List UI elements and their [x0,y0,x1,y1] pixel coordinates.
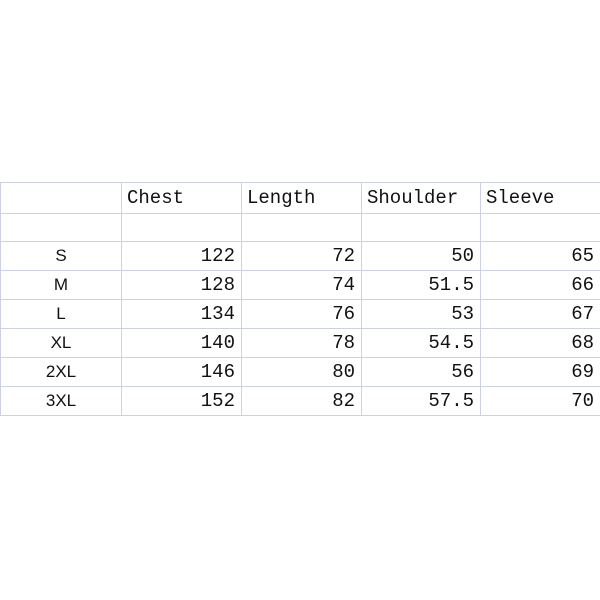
cell-shoulder: 57.5 [361,386,481,416]
cell-length: 74 [241,270,362,300]
cell-size: XL [0,328,122,358]
cell-size: L [0,299,122,329]
spacer-cell-length [241,213,362,242]
cell-length: 78 [241,328,362,358]
table-row: M 128 74 51.5 66 [0,270,600,300]
column-header-length: Length [241,182,362,214]
cell-length: 80 [241,357,362,387]
cell-sleeve: 67 [480,299,600,329]
cell-shoulder: 56 [361,357,481,387]
table-row: 2XL 146 80 56 69 [0,357,600,387]
table-row: 3XL 152 82 57.5 70 [0,386,600,416]
spacer-cell-sleeve [480,213,600,242]
cell-chest: 122 [121,241,242,271]
cell-chest: 134 [121,299,242,329]
cell-length: 82 [241,386,362,416]
cell-sleeve: 65 [480,241,600,271]
table-header-row: Chest Length Shoulder Sleeve [0,182,600,214]
spacer-cell-size [0,213,122,242]
cell-shoulder: 54.5 [361,328,481,358]
table-row: S 122 72 50 65 [0,241,600,271]
spacer-cell-chest [121,213,242,242]
cell-shoulder: 53 [361,299,481,329]
size-chart-table: Chest Length Shoulder Sleeve S 122 72 50… [0,182,600,416]
cell-size: S [0,241,122,271]
cell-size: 3XL [0,386,122,416]
cell-chest: 146 [121,357,242,387]
cell-size: M [0,270,122,300]
cell-shoulder: 51.5 [361,270,481,300]
cell-sleeve: 68 [480,328,600,358]
cell-length: 76 [241,299,362,329]
spacer-cell-shoulder [361,213,481,242]
column-header-shoulder: Shoulder [361,182,481,214]
column-header-size [0,182,122,214]
table-row: L 134 76 53 67 [0,299,600,329]
cell-length: 72 [241,241,362,271]
cell-shoulder: 50 [361,241,481,271]
size-chart-container: Chest Length Shoulder Sleeve S 122 72 50… [0,182,600,416]
cell-sleeve: 70 [480,386,600,416]
cell-sleeve: 66 [480,270,600,300]
cell-size: 2XL [0,357,122,387]
cell-chest: 128 [121,270,242,300]
column-header-chest: Chest [121,182,242,214]
table-row: XL 140 78 54.5 68 [0,328,600,358]
column-header-sleeve: Sleeve [480,182,600,214]
cell-chest: 140 [121,328,242,358]
table-spacer-row [0,213,600,242]
cell-chest: 152 [121,386,242,416]
cell-sleeve: 69 [480,357,600,387]
